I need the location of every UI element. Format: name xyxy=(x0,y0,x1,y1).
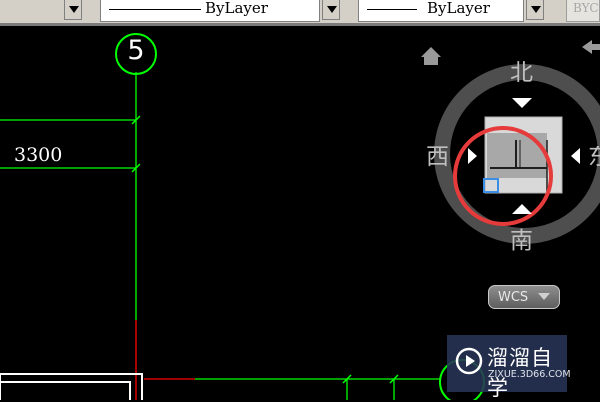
dimension-text: 3300 xyxy=(14,144,63,166)
south-arrow-icon[interactable] xyxy=(512,204,532,214)
rotate-arrow-icon[interactable] xyxy=(582,40,600,54)
east-arrow-icon[interactable] xyxy=(571,148,580,164)
compass-west-label[interactable]: 西 xyxy=(426,146,449,169)
watermark-url: ZIXUE.3D66.COM xyxy=(488,369,571,380)
compass-south-label[interactable]: 南 xyxy=(510,230,533,253)
wcs-menu-button[interactable]: WCS xyxy=(488,285,560,309)
watermark-badge: 溜溜自学 ZIXUE.3D66.COM xyxy=(447,335,571,400)
wall-outline xyxy=(0,373,143,400)
chevron-down-icon xyxy=(538,293,550,300)
north-arrow-icon[interactable] xyxy=(512,98,532,108)
west-arrow-icon[interactable] xyxy=(468,148,477,164)
home-icon[interactable] xyxy=(421,47,441,65)
play-logo-icon xyxy=(455,347,483,375)
compass-north-label[interactable]: 北 xyxy=(510,62,533,85)
wall-outline xyxy=(0,381,131,400)
axis-bubble-label: 5 xyxy=(127,35,145,66)
wcs-label: WCS xyxy=(498,290,529,305)
compass-east-label[interactable]: 东 xyxy=(588,146,600,169)
